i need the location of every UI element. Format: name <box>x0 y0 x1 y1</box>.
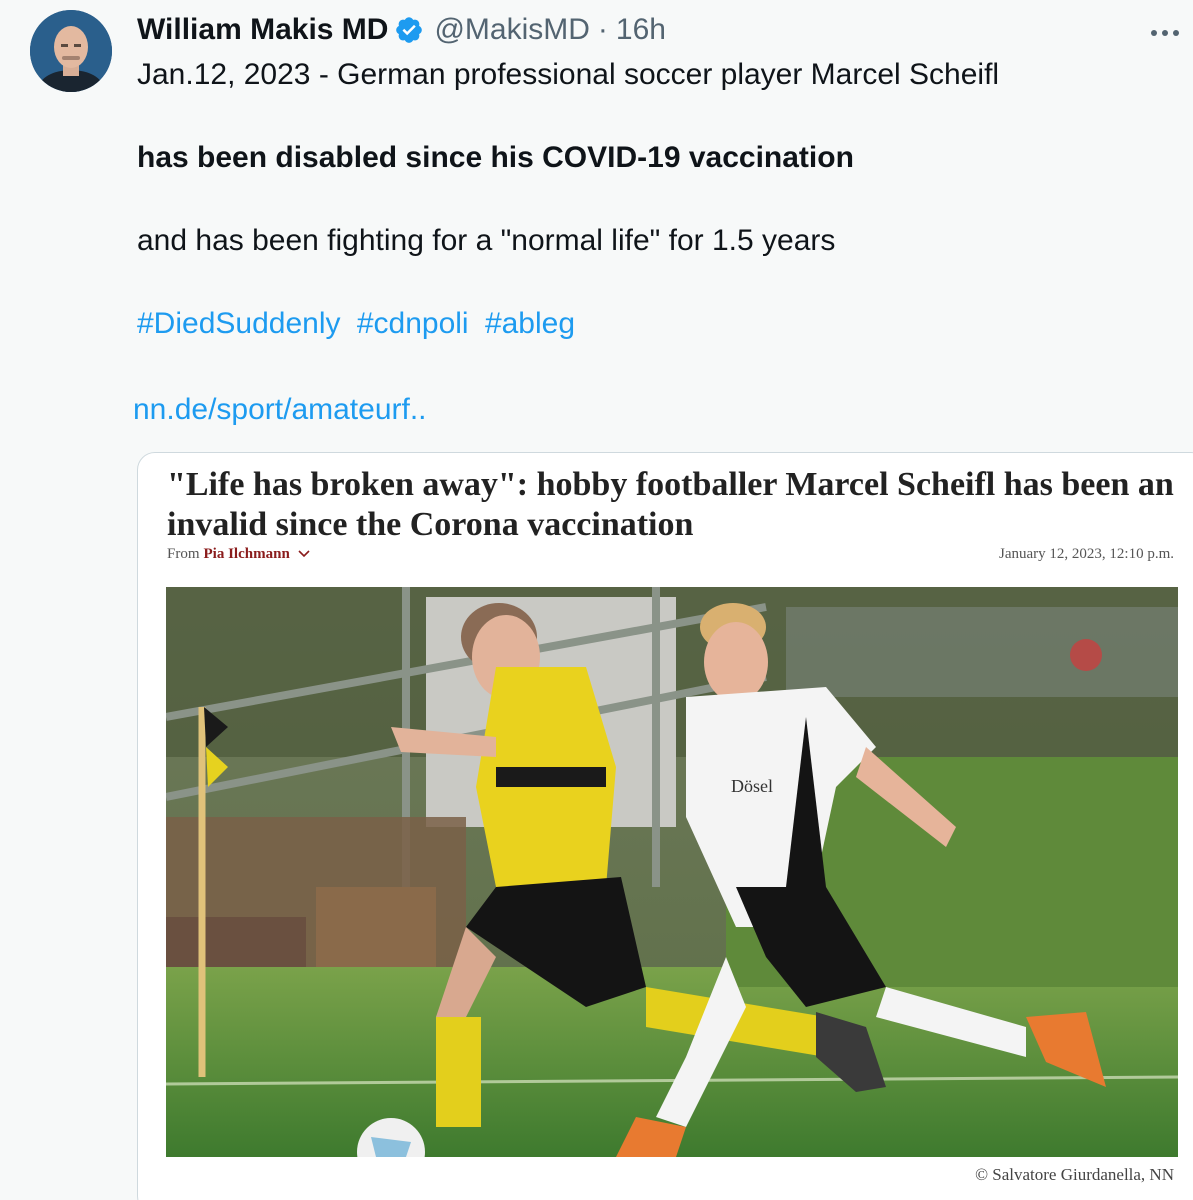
byline-author: Pia Ilchmann <box>203 546 290 562</box>
tweet-text-line-1: Jan.12, 2023 - German professional socce… <box>137 58 1000 91</box>
article-byline: From Pia Ilchmann <box>167 546 310 563</box>
post-time[interactable]: 16h <box>616 12 666 48</box>
article-date: January 12, 2023, 12:10 p.m. <box>999 546 1174 562</box>
article-screenshot-card[interactable]: "Life has broken away": hobby footballer… <box>137 452 1193 1200</box>
avatar[interactable] <box>30 10 112 92</box>
tweet-text-line-3: and has been fighting for a "normal life… <box>137 224 836 257</box>
tweet-header: William Makis MD @MakisMD · 16h <box>137 12 666 48</box>
separator-dot: · <box>597 13 608 46</box>
author-name[interactable]: William Makis MD <box>137 12 388 48</box>
hashtag-list: #DiedSuddenly #cdnpoli #ableg <box>137 306 575 342</box>
more-options-button[interactable] <box>1147 18 1183 48</box>
more-icon <box>1151 30 1179 36</box>
hashtag-diedsuddenly[interactable]: #DiedSuddenly <box>137 307 340 340</box>
jersey-text: Dösel <box>731 776 773 796</box>
photo-credit: © Salvatore Giurdanella, NN <box>975 1165 1174 1184</box>
article-link[interactable]: nn.de/sport/amateurf.. <box>133 393 427 426</box>
tweet-text-line-2: has been disabled since his COVID-19 vac… <box>137 141 854 174</box>
byline-prefix: From <box>167 546 200 562</box>
chevron-down-icon <box>298 546 310 563</box>
author-handle[interactable]: @MakisMD <box>434 12 589 48</box>
tweet-link-row: nn.de/sport/amateurf.. <box>133 392 427 428</box>
article-photo: Dösel <box>166 587 1178 1157</box>
hashtag-ableg[interactable]: #ableg <box>485 307 575 340</box>
tweet: William Makis MD @MakisMD · 16h Jan.12, … <box>0 0 1193 1200</box>
verified-badge-icon <box>394 15 424 45</box>
article-title: "Life has broken away": hobby footballer… <box>167 466 1174 543</box>
hashtag-cdnpoli[interactable]: #cdnpoli <box>357 307 469 340</box>
